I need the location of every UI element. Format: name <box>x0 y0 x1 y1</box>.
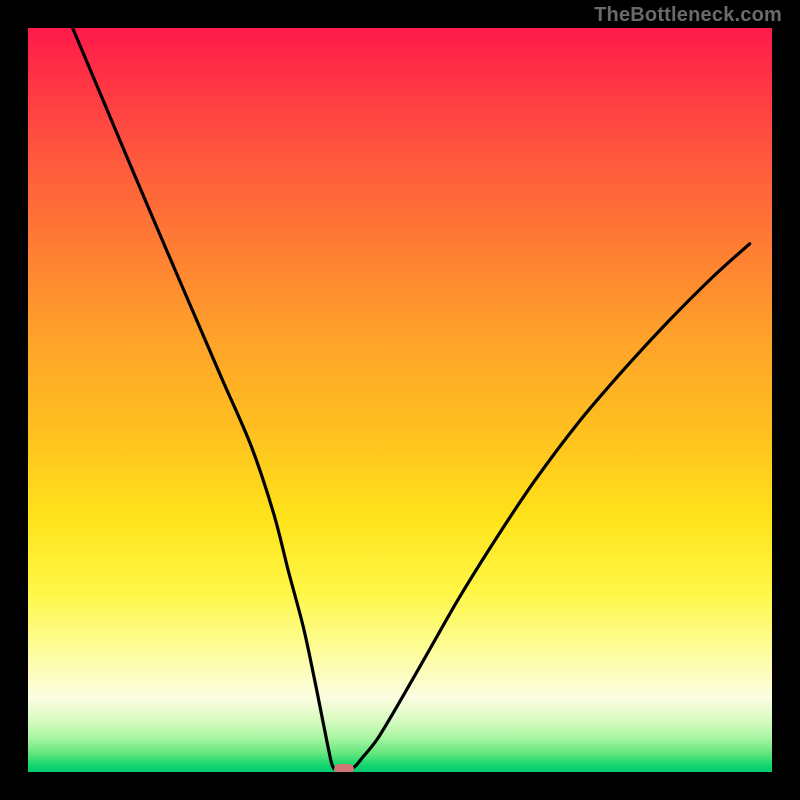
curve-svg <box>28 28 772 772</box>
bottleneck-curve <box>73 28 750 769</box>
plot-area <box>28 28 772 772</box>
minimum-marker <box>334 764 354 772</box>
chart-frame: TheBottleneck.com <box>0 0 800 800</box>
watermark-text: TheBottleneck.com <box>594 4 782 27</box>
